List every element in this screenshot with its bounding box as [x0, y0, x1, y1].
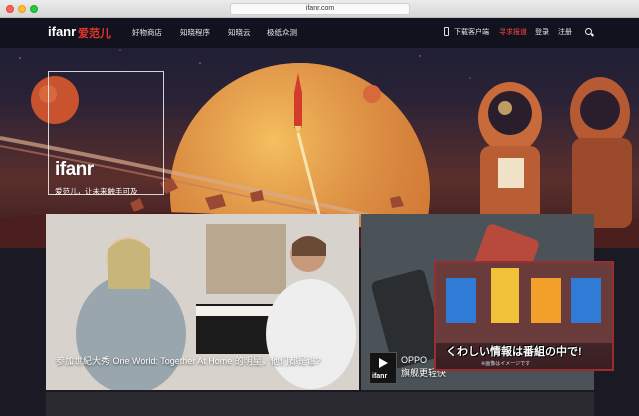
address-bar[interactable]: ifanr.com	[230, 3, 410, 15]
play-icon	[379, 358, 388, 368]
hero-brand: ifanr	[55, 159, 94, 180]
nav-link-miniprogram[interactable]: 知晓程序	[180, 27, 210, 38]
register-link[interactable]: 注册	[558, 27, 572, 37]
ad-overlay[interactable]: くわしい情報は番組の中で! ※画像はイメージです	[434, 261, 614, 371]
close-window-button[interactable]	[6, 5, 14, 13]
report-link[interactable]: 寻求报道	[499, 27, 527, 37]
search-icon[interactable]	[585, 28, 592, 35]
nav-link-cloud[interactable]: 知晓云	[228, 27, 251, 38]
login-link[interactable]: 登录	[535, 27, 549, 37]
download-client-link[interactable]: 下载客户端	[454, 27, 489, 37]
ad-disclaimer: ※画像はイメージです	[481, 361, 531, 367]
phone-icon	[444, 27, 449, 36]
hero-tagline: 爱范儿，让未来触手可及	[55, 187, 138, 196]
minimize-window-button[interactable]	[18, 5, 26, 13]
page: ifanr 爱范儿 好物商店 知晓程序 知晓云 极纸众测 下载客户端 寻求报道 …	[0, 18, 639, 416]
maximize-window-button[interactable]	[30, 5, 38, 13]
site-logo[interactable]: ifanr	[48, 24, 76, 39]
browser-titlebar: ifanr.com	[0, 0, 639, 18]
ad-image	[436, 263, 612, 343]
top-nav: ifanr 爱范儿 好物商店 知晓程序 知晓云 极纸众测 下载客户端 寻求报道 …	[0, 18, 639, 48]
next-row-cards	[46, 392, 594, 416]
site-logo-cn[interactable]: 爱范儿	[78, 25, 111, 41]
article-title[interactable]: 参加世紀大秀 One World: Together At Home 的明星，他…	[56, 355, 346, 368]
nav-link-store[interactable]: 好物商店	[132, 27, 162, 38]
ifanr-video-badge: ifanr	[369, 352, 397, 384]
nav-link-review[interactable]: 极纸众测	[267, 27, 297, 38]
ad-caption: くわしい情報は番組の中で!	[446, 346, 582, 358]
article-card[interactable]: 参加世紀大秀 One World: Together At Home 的明星，他…	[46, 214, 359, 390]
